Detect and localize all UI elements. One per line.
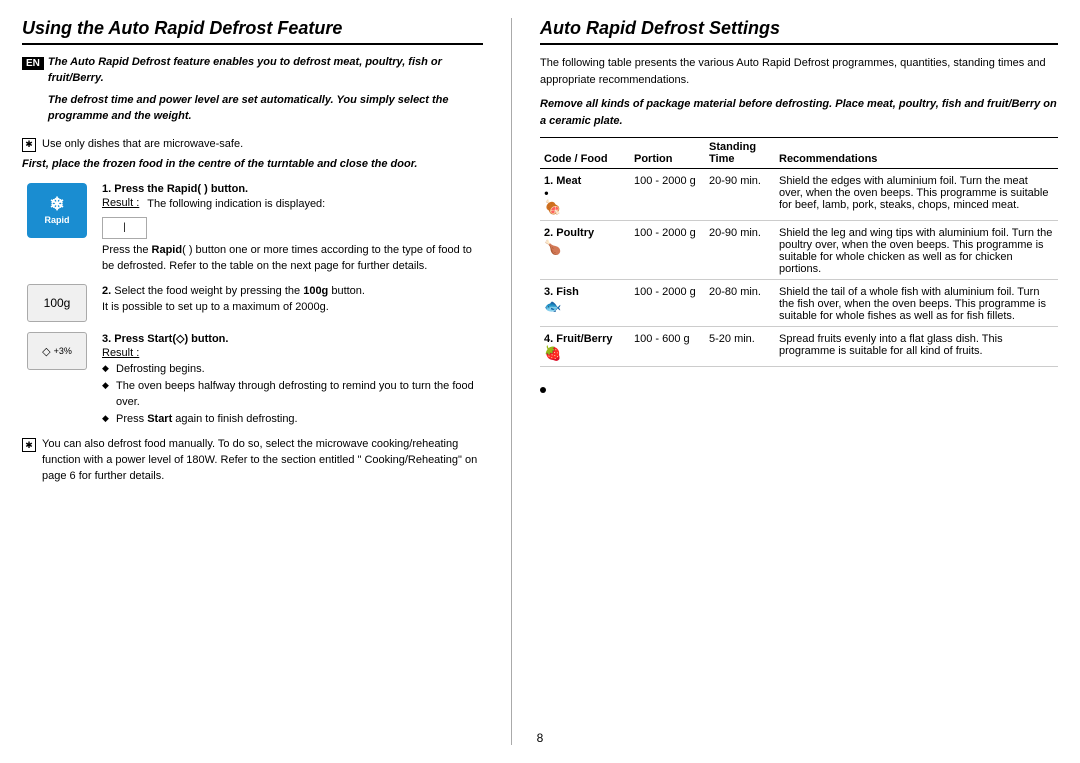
portion-fish: 100 - 2000 g — [630, 280, 705, 327]
rapid-button-illustration: ❄ Rapid — [27, 183, 87, 238]
food-icon-poultry: 🍗 — [544, 239, 561, 255]
rapid-icon: ❄ — [49, 195, 64, 213]
intro-line3: First, place the frozen food in the cent… — [22, 157, 483, 173]
table-header: Code / Food Portion StandingTime Recomme… — [540, 138, 1058, 169]
rec-fruitberry: Spread fruits evenly into a flat glass d… — [775, 327, 1058, 367]
standing-fish: 20-80 min. — [705, 280, 775, 327]
step-1-num-text: 1. — [102, 183, 111, 195]
microwave-note-text: Use only dishes that are microwave-safe. — [42, 137, 243, 153]
en-badge: EN — [22, 57, 44, 70]
food-cell-poultry: 2. Poultry 🍗 — [540, 221, 630, 280]
right-column: Auto Rapid Defrost Settings The followin… — [512, 18, 1058, 745]
th-food: Code / Food — [540, 138, 630, 169]
start-button-illustration: ◇ +3% — [27, 332, 87, 370]
right-intro1: The following table presents the various… — [540, 55, 1058, 88]
manual-note-row: ✱ You can also defrost food manually. To… — [22, 437, 483, 485]
steps-area: ❄ Rapid 1. Press the Rapid( ) button. Re… — [22, 183, 483, 428]
rapid-label: Rapid — [44, 215, 69, 225]
intro-line1: The Auto Rapid Defrost feature enables y… — [48, 55, 483, 87]
intro-line1-text: The Auto Rapid Defrost feature enables y… — [48, 56, 442, 84]
step-2-row: 100g 2. Select the food weight by pressi… — [22, 284, 483, 322]
step-3-result-label: Result : — [102, 347, 139, 359]
step-2-illustration: 100g — [22, 284, 92, 322]
bullet-2: The oven beeps halfway through defrostin… — [102, 378, 483, 411]
rec-fish: Shield the tail of a whole fish with alu… — [775, 280, 1058, 327]
food-name-meat: 1. Meat — [544, 175, 581, 187]
left-column: Using the Auto Rapid Defrost Feature EN … — [22, 18, 512, 745]
rec-meat: Shield the edges with aluminium foil. Tu… — [775, 169, 1058, 221]
bullet-1: Defrosting begins. — [102, 361, 483, 378]
food-cell-fruitberry: 4. Fruit/Berry 🍓 — [540, 327, 630, 367]
step-2-text: 2. Select the food weight by pressing th… — [102, 284, 483, 316]
bottom-dot — [540, 387, 546, 393]
portion-poultry: 100 - 2000 g — [630, 221, 705, 280]
step-3-content: 3. Press Start(◇) button. Result : Defro… — [102, 332, 483, 427]
defrost-table: Code / Food Portion StandingTime Recomme… — [540, 137, 1058, 367]
food-icon-meat: 🍖 — [544, 199, 561, 215]
bullet-3: Press Start again to finish defrosting. — [102, 411, 483, 428]
bottom-bullet-row — [540, 383, 1058, 393]
step-1-illustration: ❄ Rapid — [22, 183, 92, 238]
table-body: 1. Meat ● 🍖 100 - 2000 g 20-90 min. Shie… — [540, 169, 1058, 367]
table-row-fish: 3. Fish 🐟 100 - 2000 g 20-80 min. Shield… — [540, 280, 1058, 327]
rec-poultry: Shield the leg and wing tips with alumin… — [775, 221, 1058, 280]
step-3-illustration: ◇ +3% — [22, 332, 92, 370]
step-3-result-row: Result : — [102, 347, 483, 359]
start-icon: ◇ — [42, 345, 50, 358]
manual-star-symbol: ✱ — [25, 440, 33, 451]
manual-star-icon: ✱ — [22, 438, 36, 452]
food-name-fruitberry: 4. Fruit/Berry — [544, 333, 612, 345]
start-arrow: +3% — [54, 346, 72, 356]
food-cell-fish: 3. Fish 🐟 — [540, 280, 630, 327]
th-portion: Portion — [630, 138, 705, 169]
step-1-result-label: Result : — [102, 197, 139, 213]
th-standing: StandingTime — [705, 138, 775, 169]
th-recommendations: Recommendations — [775, 138, 1058, 169]
step-1-sub-text: Press the Rapid( ) button one or more ti… — [102, 243, 483, 275]
table-row-poultry: 2. Poultry 🍗 100 - 2000 g 20-90 min. Shi… — [540, 221, 1058, 280]
food-name-fish: 3. Fish — [544, 286, 579, 298]
standing-poultry: 20-90 min. — [705, 221, 775, 280]
step-1-result-row: Result : The following indication is dis… — [102, 197, 483, 213]
step-3-bullets: Defrosting begins. The oven beeps halfwa… — [102, 361, 483, 427]
step-2-content: 2. Select the food weight by pressing th… — [102, 284, 483, 316]
bullet-dot-meat: ● — [544, 189, 549, 198]
step-1-result-text: The following indication is displayed: — [147, 197, 325, 213]
table-header-row: Code / Food Portion StandingTime Recomme… — [540, 138, 1058, 169]
right-intro1-text: The following table presents the various… — [540, 57, 1046, 86]
food-icon-fruitberry: 🍓 — [544, 345, 561, 361]
food-cell-meat: 1. Meat ● 🍖 — [540, 169, 630, 221]
step-2-number: 2. — [102, 285, 111, 297]
standing-fruitberry: 5-20 min. — [705, 327, 775, 367]
page-number: 8 — [537, 731, 544, 745]
step-3-row: ◇ +3% 3. Press Start(◇) button. Result :… — [22, 332, 483, 427]
step-1-number: 1. Press the Rapid( ) button. — [102, 183, 483, 195]
right-intro2: Remove all kinds of package material bef… — [540, 96, 1058, 129]
right-section-title: Auto Rapid Defrost Settings — [540, 18, 1058, 45]
weight-label: 100g — [44, 296, 71, 310]
microwave-note-row: ✱ Use only dishes that are microwave-saf… — [22, 137, 483, 153]
intro-line2: The defrost time and power level are set… — [48, 93, 483, 125]
weight-button-illustration: 100g — [27, 284, 87, 322]
display-cursor: | — [123, 222, 126, 233]
star-icon-symbol: ✱ — [25, 139, 33, 150]
left-section-title: Using the Auto Rapid Defrost Feature — [22, 18, 483, 45]
table-row-fruitberry: 4. Fruit/Berry 🍓 100 - 600 g 5-20 min. S… — [540, 327, 1058, 367]
manual-note-text: You can also defrost food manually. To d… — [42, 437, 483, 485]
standing-meat: 20-90 min. — [705, 169, 775, 221]
display-box: | — [102, 217, 147, 239]
food-name-poultry: 2. Poultry — [544, 227, 594, 239]
portion-fruitberry: 100 - 600 g — [630, 327, 705, 367]
portion-meat: 100 - 2000 g — [630, 169, 705, 221]
intro-line2-text: The defrost time and power level are set… — [48, 94, 449, 122]
star-icon: ✱ — [22, 138, 36, 152]
step-3-header: 3. Press Start(◇) button. — [102, 332, 483, 345]
food-icon-fish: 🐟 — [544, 298, 561, 314]
table-row-meat: 1. Meat ● 🍖 100 - 2000 g 20-90 min. Shie… — [540, 169, 1058, 221]
step-1-row: ❄ Rapid 1. Press the Rapid( ) button. Re… — [22, 183, 483, 275]
step-1-content: 1. Press the Rapid( ) button. Result : T… — [102, 183, 483, 275]
